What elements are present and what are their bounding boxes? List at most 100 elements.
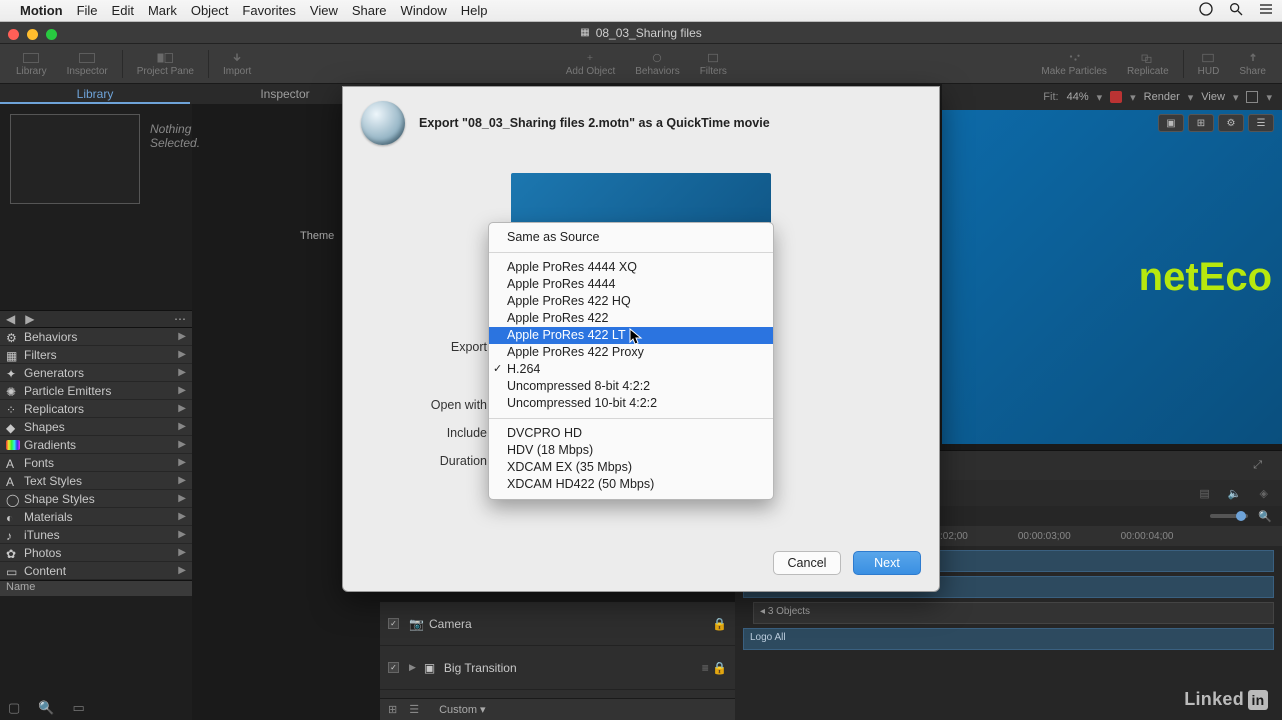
cat-photos[interactable]: ✿Photos▶ <box>0 544 192 562</box>
menu-favorites[interactable]: Favorites <box>242 3 295 18</box>
tb-replicate[interactable]: Replicate <box>1127 51 1169 77</box>
tb-project-pane[interactable]: Project Pane <box>137 51 194 77</box>
cat-gradients[interactable]: Gradients▶ <box>0 436 192 454</box>
cat-generators[interactable]: ✦Generators▶ <box>0 364 192 382</box>
opt-h264[interactable]: ✓H.264 <box>489 361 773 378</box>
export-label: Export <box>343 340 493 354</box>
fit-value[interactable]: 44% <box>1067 91 1089 103</box>
app-name[interactable]: Motion <box>20 3 63 18</box>
bottom-left-icons: ▢ 🔍 ▭ <box>8 700 85 716</box>
keyframe-icon[interactable]: ◈ <box>1260 487 1268 500</box>
stack-icon[interactable]: ▭ <box>72 700 84 716</box>
menu-icon[interactable] <box>1258 1 1274 20</box>
opt-same-as-source[interactable]: Same as Source <box>489 229 773 246</box>
film-icon[interactable]: ▤ <box>1199 487 1209 500</box>
track-logo-all[interactable]: Logo All <box>743 628 1274 650</box>
cat-filters[interactable]: ▦Filters▶ <box>0 346 192 364</box>
layer-big-checkbox[interactable]: ✓ <box>388 662 399 673</box>
zoom-window[interactable] <box>46 29 57 40</box>
cat-particle-emitters[interactable]: ✺Particle Emitters▶ <box>0 382 192 400</box>
name-header: Name <box>0 580 192 596</box>
cat-text-styles[interactable]: AText Styles▶ <box>0 472 192 490</box>
next-button[interactable]: Next <box>853 551 921 575</box>
tab-library[interactable]: Library <box>0 84 190 104</box>
cat-itunes[interactable]: ♪iTunes▶ <box>0 526 192 544</box>
dialog-title: Export "08_03_Sharing files 2.motn" as a… <box>419 116 770 130</box>
tb-make-particles[interactable]: Make Particles <box>1041 51 1107 77</box>
include-label: Include <box>343 426 493 440</box>
cat-shapes[interactable]: ◆Shapes▶ <box>0 418 192 436</box>
codec-dropdown[interactable]: Same as Source Apple ProRes 4444 XQ Appl… <box>488 222 774 500</box>
menu-window[interactable]: Window <box>401 3 447 18</box>
menu-object[interactable]: Object <box>191 3 229 18</box>
render-menu[interactable]: Render <box>1144 91 1180 103</box>
cat-replicators[interactable]: ⁘Replicators▶ <box>0 400 192 418</box>
minimize-window[interactable] <box>27 29 38 40</box>
fit-label: Fit: <box>1043 91 1058 103</box>
menu-share[interactable]: Share <box>352 3 387 18</box>
overlay-camera-icon[interactable]: ▣ <box>1158 114 1184 132</box>
menubar: Motion File Edit Mark Object Favorites V… <box>0 0 1282 22</box>
cat-behaviors[interactable]: ⚙Behaviors▶ <box>0 328 192 346</box>
opt-xdcam-ex[interactable]: XDCAM EX (35 Mbps) <box>489 459 773 476</box>
cat-fonts[interactable]: AFonts▶ <box>0 454 192 472</box>
canvas[interactable]: netEco <box>942 110 1282 444</box>
opt-prores-4444-xq[interactable]: Apple ProRes 4444 XQ <box>489 259 773 276</box>
document-icon: ▦ <box>580 27 589 38</box>
overlay-list-icon[interactable]: ☰ <box>1248 114 1274 132</box>
cat-shape-styles[interactable]: ◯Shape Styles▶ <box>0 490 192 508</box>
opt-uncompressed-8bit[interactable]: Uncompressed 8-bit 4:2:2 <box>489 378 773 395</box>
close-window[interactable] <box>8 29 19 40</box>
disclosure-icon[interactable]: ▶ <box>409 662 416 673</box>
layer-camera-checkbox[interactable]: ✓ <box>388 618 399 629</box>
menu-help[interactable]: Help <box>461 3 488 18</box>
grid-view-icon[interactable]: ⊞ <box>388 703 397 716</box>
layer-big-transition[interactable]: ✓ ▶ ▣ Big Transition ≡ 🔒 <box>380 646 735 690</box>
menu-file[interactable]: File <box>77 3 98 18</box>
menu-mark[interactable]: Mark <box>148 3 177 18</box>
duration-label: Duration <box>343 454 493 468</box>
new-folder-icon[interactable]: ▢ <box>8 700 20 716</box>
check-icon: ✓ <box>493 361 502 378</box>
tb-share[interactable]: Share <box>1239 51 1266 77</box>
overlay-grid-icon[interactable]: ⊞ <box>1188 114 1214 132</box>
zoom-in-icon[interactable]: 🔍 <box>1258 510 1272 523</box>
opt-prores-422-proxy[interactable]: Apple ProRes 422 Proxy <box>489 344 773 361</box>
overlay-settings-icon[interactable]: ⚙ <box>1218 114 1244 132</box>
menu-view[interactable]: View <box>310 3 338 18</box>
tb-hud[interactable]: HUD <box>1198 51 1220 77</box>
menu-edit[interactable]: Edit <box>112 3 134 18</box>
titlebar: ▦ 08_03_Sharing files <box>0 22 1282 44</box>
layer-camera[interactable]: ✓ 📷 Camera 🔒 <box>380 602 735 646</box>
expand-icon[interactable]: ⤢ <box>1253 459 1262 472</box>
opt-xdcam-hd422[interactable]: XDCAM HD422 (50 Mbps) <box>489 476 773 493</box>
color-swatch[interactable] <box>1110 91 1122 103</box>
custom-menu[interactable]: Custom ▾ <box>439 703 485 716</box>
tb-behaviors[interactable]: Behaviors <box>635 51 679 77</box>
cc-icon[interactable] <box>1198 1 1214 20</box>
audio-icon[interactable]: 🔈 <box>1228 487 1242 500</box>
tb-inspector[interactable]: Inspector <box>67 51 108 77</box>
spotlight-icon[interactable] <box>1228 1 1244 20</box>
view-options-icon[interactable] <box>1246 91 1258 103</box>
view-menu[interactable]: View <box>1201 91 1225 103</box>
list-view-icon[interactable]: ☰ <box>409 703 419 716</box>
opt-prores-422-hq[interactable]: Apple ProRes 422 HQ <box>489 293 773 310</box>
cancel-button[interactable]: Cancel <box>773 551 841 575</box>
opt-uncompressed-10bit[interactable]: Uncompressed 10-bit 4:2:2 <box>489 395 773 412</box>
track-objects[interactable]: ◂ 3 Objects <box>753 602 1274 624</box>
tb-add-object[interactable]: +Add Object <box>566 51 615 77</box>
nav-back-forward[interactable]: ◀▶⋯ <box>0 310 192 328</box>
window-controls <box>8 29 57 40</box>
tb-library[interactable]: Library <box>16 51 47 77</box>
search-icon[interactable]: 🔍 <box>38 700 54 716</box>
cat-content[interactable]: ▭Content▶ <box>0 562 192 580</box>
opt-prores-4444[interactable]: Apple ProRes 4444 <box>489 276 773 293</box>
cat-materials[interactable]: ◐Materials▶ <box>0 508 192 526</box>
lock-icon[interactable]: 🔒 <box>712 617 727 631</box>
opt-dvcpro-hd[interactable]: DVCPRO HD <box>489 425 773 442</box>
opt-hdv[interactable]: HDV (18 Mbps) <box>489 442 773 459</box>
tb-filters[interactable]: Filters <box>700 51 727 77</box>
opt-prores-422[interactable]: Apple ProRes 422 <box>489 310 773 327</box>
tb-import[interactable]: Import <box>223 51 251 77</box>
